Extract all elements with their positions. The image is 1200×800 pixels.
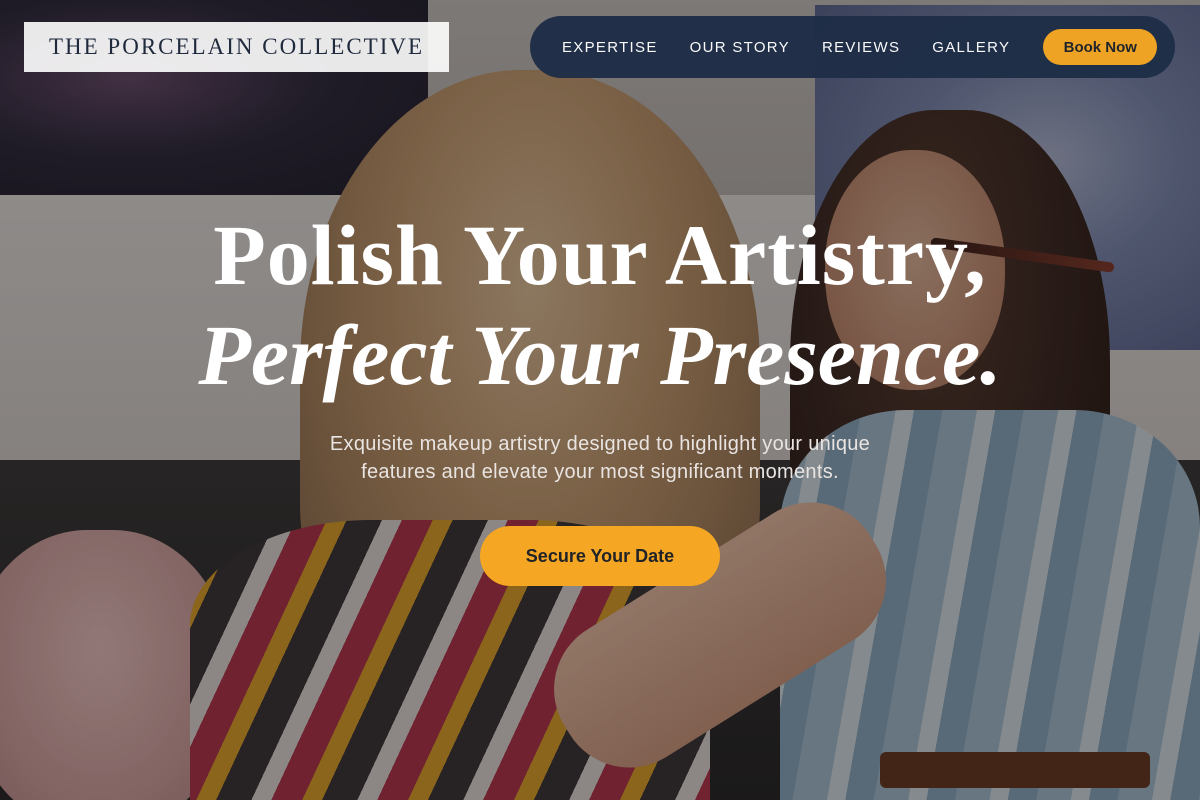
nav-link-our-story[interactable]: OUR STORY xyxy=(690,39,790,56)
hero-subtitle-line2: features and elevate your most significa… xyxy=(361,461,839,483)
nav-link-expertise[interactable]: EXPERTISE xyxy=(562,39,658,56)
site-logo[interactable]: THE PORCELAIN COLLECTIVE xyxy=(24,22,449,72)
secure-your-date-button[interactable]: Secure Your Date xyxy=(480,526,720,586)
hero-section: THE PORCELAIN COLLECTIVE EXPERTISE OUR S… xyxy=(0,0,1200,800)
hero-headline-line1: Polish Your Artistry, xyxy=(213,207,987,303)
nav-link-reviews[interactable]: REVIEWS xyxy=(822,39,900,56)
nav-link-gallery[interactable]: GALLERY xyxy=(932,39,1010,56)
hero-subtitle: Exquisite makeup artistry designed to hi… xyxy=(270,430,930,486)
hero-headline: Polish Your Artistry, Perfect Your Prese… xyxy=(0,212,1200,398)
logo-text: THE PORCELAIN COLLECTIVE xyxy=(48,34,425,59)
hero-headline-line2: Perfect Your Presence. xyxy=(198,307,1002,403)
hero-subtitle-line1: Exquisite makeup artistry designed to hi… xyxy=(329,433,871,455)
main-navigation: EXPERTISE OUR STORY REVIEWS GALLERY Book… xyxy=(530,16,1175,78)
book-now-button[interactable]: Book Now xyxy=(1043,29,1158,65)
